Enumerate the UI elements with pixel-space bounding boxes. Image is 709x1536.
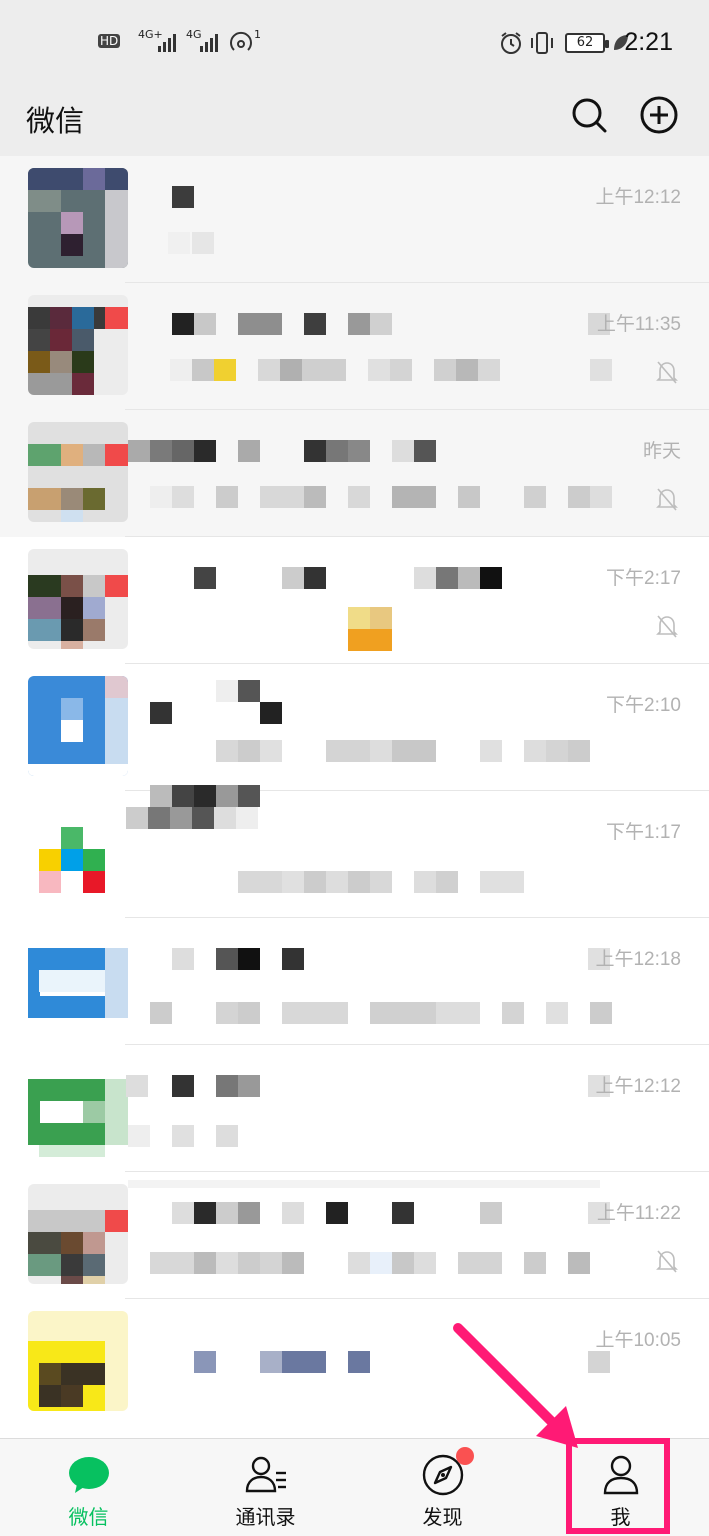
chat-time: 上午12:12 [595,187,681,208]
plus-circle-icon[interactable] [638,94,680,136]
chat-preview-pixelated [124,1125,614,1147]
chat-time: 下午1:17 [606,822,681,843]
clock: 2:21 [624,28,673,56]
chat-time: 上午12:18 [595,949,681,970]
chat-time: 上午12:12 [595,1076,681,1097]
chat-name-pixelated [148,948,610,972]
hd-indicator: HD [98,34,121,48]
avatar [28,1311,128,1411]
mute-bell-icon [656,488,678,511]
avatar [28,1184,128,1284]
tab-label: 通讯录 [235,1505,296,1529]
tab-label: 微信 [68,1505,109,1529]
avatar [28,803,128,903]
chat-preview-pixelated [124,486,614,508]
avatar [28,295,128,395]
tab-label: 发现 [422,1505,463,1529]
chat-name-pixelated [126,785,608,829]
mute-bell-icon [656,615,678,638]
avatar [28,422,128,522]
chat-preview-pixelated [124,740,614,762]
page-title: 微信 [26,104,85,138]
mute-bell-icon [656,361,678,384]
chat-preview-pixelated [124,607,614,651]
chat-row[interactable]: 上午11:22 [0,1172,709,1299]
chat-time: 昨天 [642,441,681,462]
avatar [28,1057,128,1157]
status-bar: HD 4G+ 4G 1 62 2:21 [0,0,709,84]
avatar [28,676,128,776]
chat-time: 下午2:17 [606,568,681,589]
chat-preview-pixelated [124,232,614,254]
alarm-icon [501,32,521,54]
chat-name-pixelated [148,186,608,210]
chat-time: 上午11:35 [596,314,681,335]
chat-preview-pixelated [124,1002,614,1024]
chat-name-pixelated [148,680,608,724]
vibrate-icon [531,32,553,54]
tab-contacts[interactable]: 通讯录 [177,1439,354,1536]
hotspot-count: 1 [254,28,261,41]
mute-bell-icon [656,1250,678,1273]
chat-preview-pixelated [124,359,614,381]
chat-row[interactable]: 上午11:35 [0,283,709,410]
chat-time: 上午11:22 [596,1203,681,1224]
chat-name-pixelated [148,567,608,591]
annotation-arrow [453,1323,578,1448]
chat-list: 上午12:12 上午11:35 昨天 下午2:17 下午2:10 下午1:17 … [0,156,709,1438]
hotspot-icon [230,31,252,51]
chat-name-pixelated [128,440,608,464]
signal-icon-2 [200,34,218,52]
chat-row[interactable]: 上午12:18 [0,918,709,1045]
chat-bubble-icon [68,1457,109,1493]
tab-chats[interactable]: 微信 [0,1439,177,1536]
chat-name-pixelated [126,1075,610,1099]
chat-row[interactable]: 下午2:10 [0,664,709,791]
chat-row[interactable]: 上午12:12 [0,1045,709,1172]
battery-indicator: 62 [565,33,609,53]
chat-row[interactable]: 上午10:05 [0,1299,709,1426]
chat-row[interactable]: 下午1:17 [0,785,709,918]
chat-name-pixelated [148,313,610,337]
avatar [28,930,128,1030]
chat-preview-pixelated [124,1252,614,1274]
chat-name-pixelated [128,1180,610,1226]
chat-row[interactable]: 昨天 [0,410,709,537]
contacts-icon [245,1456,286,1493]
annotation-highlight-box [566,1438,670,1534]
avatar [28,549,128,649]
search-icon[interactable] [568,94,610,136]
title-bar: 微信 [0,84,709,156]
signal-icon [158,34,176,52]
chat-preview-pixelated [124,871,614,893]
chat-row[interactable]: 上午12:12 [0,156,709,283]
avatar [28,168,128,268]
chat-row[interactable]: 下午2:17 [0,537,709,664]
chat-time: 下午2:10 [606,695,681,716]
chat-time: 上午10:05 [595,1330,681,1351]
